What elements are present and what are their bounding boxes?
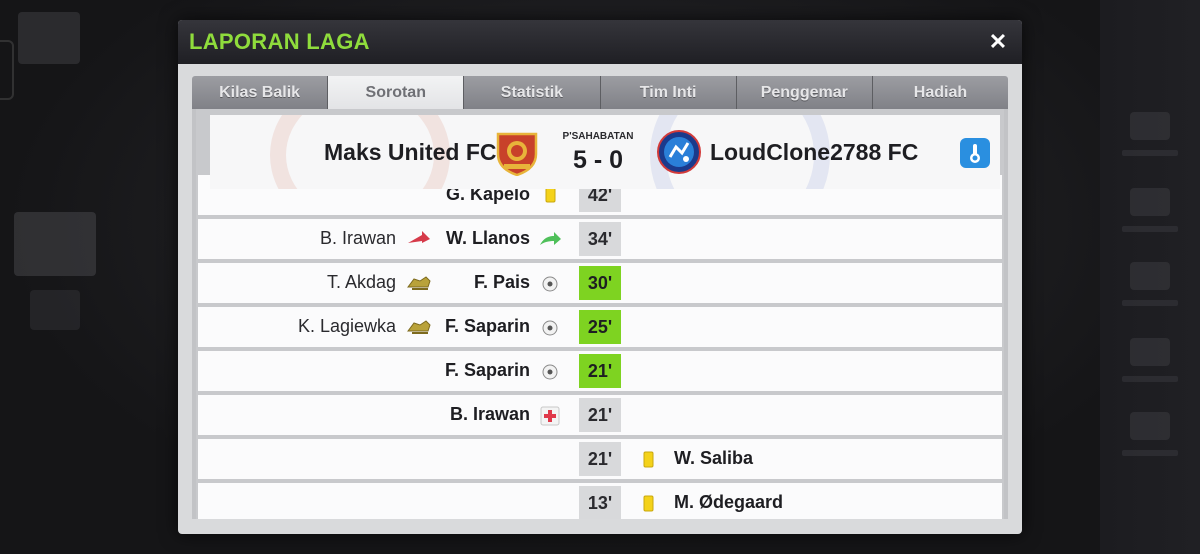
background-menu-icon (1130, 112, 1170, 140)
background-menu-label (1122, 150, 1178, 156)
away-player: M. Ødegaard (674, 492, 784, 512)
home-team-name: Maks United FC (324, 139, 497, 165)
home-assist-player: K. Lagiewka (297, 316, 396, 336)
yellow-card-icon (643, 495, 654, 512)
event-row: 13' M. Ødegaard (198, 483, 1002, 519)
tab-kilas-balik[interactable]: Kilas Balik (192, 76, 329, 109)
dialog-header: LAPORAN LAGA ✕ (178, 20, 1022, 64)
ball-icon (542, 276, 558, 292)
event-minute: 30' (579, 266, 621, 300)
event-row: F. Saparin 21' (198, 351, 1002, 391)
event-row: 21' W. Saliba (198, 439, 1002, 479)
event-minute: 25' (579, 310, 621, 344)
background-menu-label (1122, 376, 1178, 382)
boot-assist-icon (407, 320, 431, 334)
event-minute: 21' (579, 354, 621, 388)
thermometer-icon[interactable] (960, 138, 990, 168)
background-menu-icon (1130, 338, 1170, 366)
tab-penggemar[interactable]: Penggemar (736, 76, 873, 109)
away-team-badge-icon (657, 130, 701, 174)
match-report-dialog: LAPORAN LAGA ✕ Kilas Balik Sorotan Stati… (178, 20, 1022, 534)
substitution-in-icon (540, 232, 561, 245)
event-minute: 21' (579, 442, 621, 476)
score-header: Maks United FC P'SAHABATAN 5 - 0 LoudClo… (210, 115, 1000, 189)
boot-assist-icon (407, 276, 431, 290)
event-minute: 34' (579, 222, 621, 256)
dialog-title: LAPORAN LAGA (189, 29, 370, 54)
tab-statistik[interactable]: Statistik (464, 76, 601, 109)
background-tile (14, 212, 96, 276)
home-player: W. Llanos (445, 228, 530, 248)
background-tile (18, 12, 80, 64)
home-player: F. Saparin (444, 316, 530, 336)
tab-bar: Kilas Balik Sorotan Statistik Tim Inti P… (192, 76, 1009, 109)
home-player: B. Irawan (449, 404, 530, 424)
match-score: 5 - 0 (572, 146, 624, 174)
away-player: W. Saliba (674, 448, 754, 468)
background-menu-icon (1130, 412, 1170, 440)
close-icon[interactable]: ✕ (984, 28, 1012, 56)
away-team-name: LoudClone2788 FC (710, 139, 919, 165)
tab-sorotan[interactable]: Sorotan (328, 76, 465, 109)
home-player: F. Saparin (444, 360, 530, 380)
yellow-card-icon (643, 451, 654, 468)
ball-icon (542, 320, 558, 336)
background-menu-icon (1130, 262, 1170, 290)
home-assist-player: B. Irawan (319, 228, 396, 248)
home-assist-player: T. Akdag (326, 272, 396, 292)
ball-icon (542, 364, 558, 380)
background-menu-icon (1130, 188, 1170, 216)
background-menu-label (1122, 226, 1178, 232)
background-right-menu (1100, 0, 1200, 554)
tab-tim-inti[interactable]: Tim Inti (600, 76, 737, 109)
home-player: F. Pais (473, 272, 530, 292)
tab-hadiah[interactable]: Hadiah (872, 76, 1009, 109)
event-minute: 13' (579, 486, 621, 519)
background-menu-label (1122, 300, 1178, 306)
injury-icon (540, 406, 560, 426)
match-type-label: P'SAHABATAN (562, 131, 634, 142)
home-team-badge-icon (496, 132, 538, 176)
background-hex (0, 40, 14, 100)
background-menu-label (1122, 450, 1178, 456)
highlights-panel[interactable]: Maks United FC P'SAHABATAN 5 - 0 LoudClo… (192, 109, 1008, 519)
event-row: B. Irawan W. Llanos 34' (198, 219, 1002, 259)
event-minute: 21' (579, 398, 621, 432)
event-row: B. Irawan 21' (198, 395, 1002, 435)
event-row: T. Akdag F. Pais 30' (198, 263, 1002, 303)
background-tile (30, 290, 80, 330)
substitution-out-icon (408, 231, 430, 243)
event-row: K. Lagiewka F. Saparin 25' (198, 307, 1002, 347)
